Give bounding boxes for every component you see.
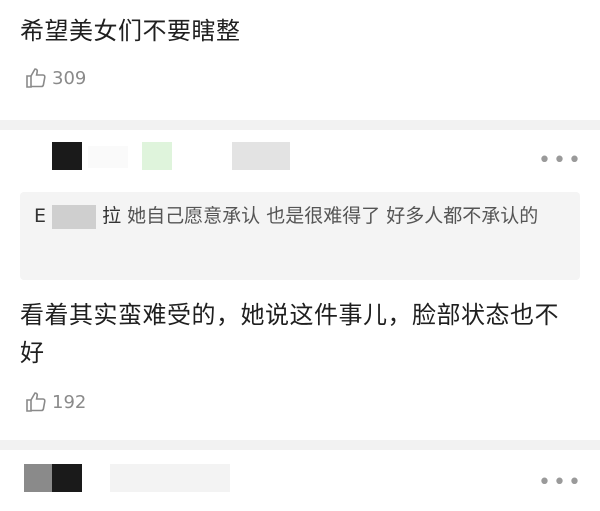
badge-blur <box>142 142 172 170</box>
avatar[interactable] <box>24 464 52 492</box>
quote-text: 她自己愿意承认 也是很难得了 好多人都不承认的 <box>127 205 539 227</box>
avatar[interactable] <box>52 142 82 170</box>
like-button[interactable]: 309 <box>24 66 86 90</box>
like-button[interactable]: 192 <box>24 390 86 414</box>
username-blur <box>110 464 230 492</box>
quote-username-suffix: 拉 <box>102 205 122 227</box>
comment-text: 看着其实蛮难受的，她说这件事儿，脸部状态也不好 <box>20 301 559 367</box>
more-dots-icon[interactable]: ••• <box>538 148 583 173</box>
divider <box>0 440 600 450</box>
comment-text: 希望美女们不要瞎整 <box>20 17 241 45</box>
username-blur <box>88 146 128 168</box>
thumbs-up-icon <box>26 392 46 412</box>
divider <box>0 120 600 130</box>
more-dots-icon[interactable]: ••• <box>538 470 583 495</box>
quote-username-blur <box>52 204 97 229</box>
like-count: 192 <box>52 391 87 413</box>
like-count: 309 <box>52 67 87 89</box>
thumbs-up-icon <box>26 68 46 88</box>
quoted-comment: E 拉 她自己愿意承认 也是很难得了 好多人都不承认的 <box>20 192 580 280</box>
username-blur-2 <box>232 142 290 170</box>
avatar[interactable] <box>52 464 82 492</box>
quote-username: E <box>34 205 47 227</box>
